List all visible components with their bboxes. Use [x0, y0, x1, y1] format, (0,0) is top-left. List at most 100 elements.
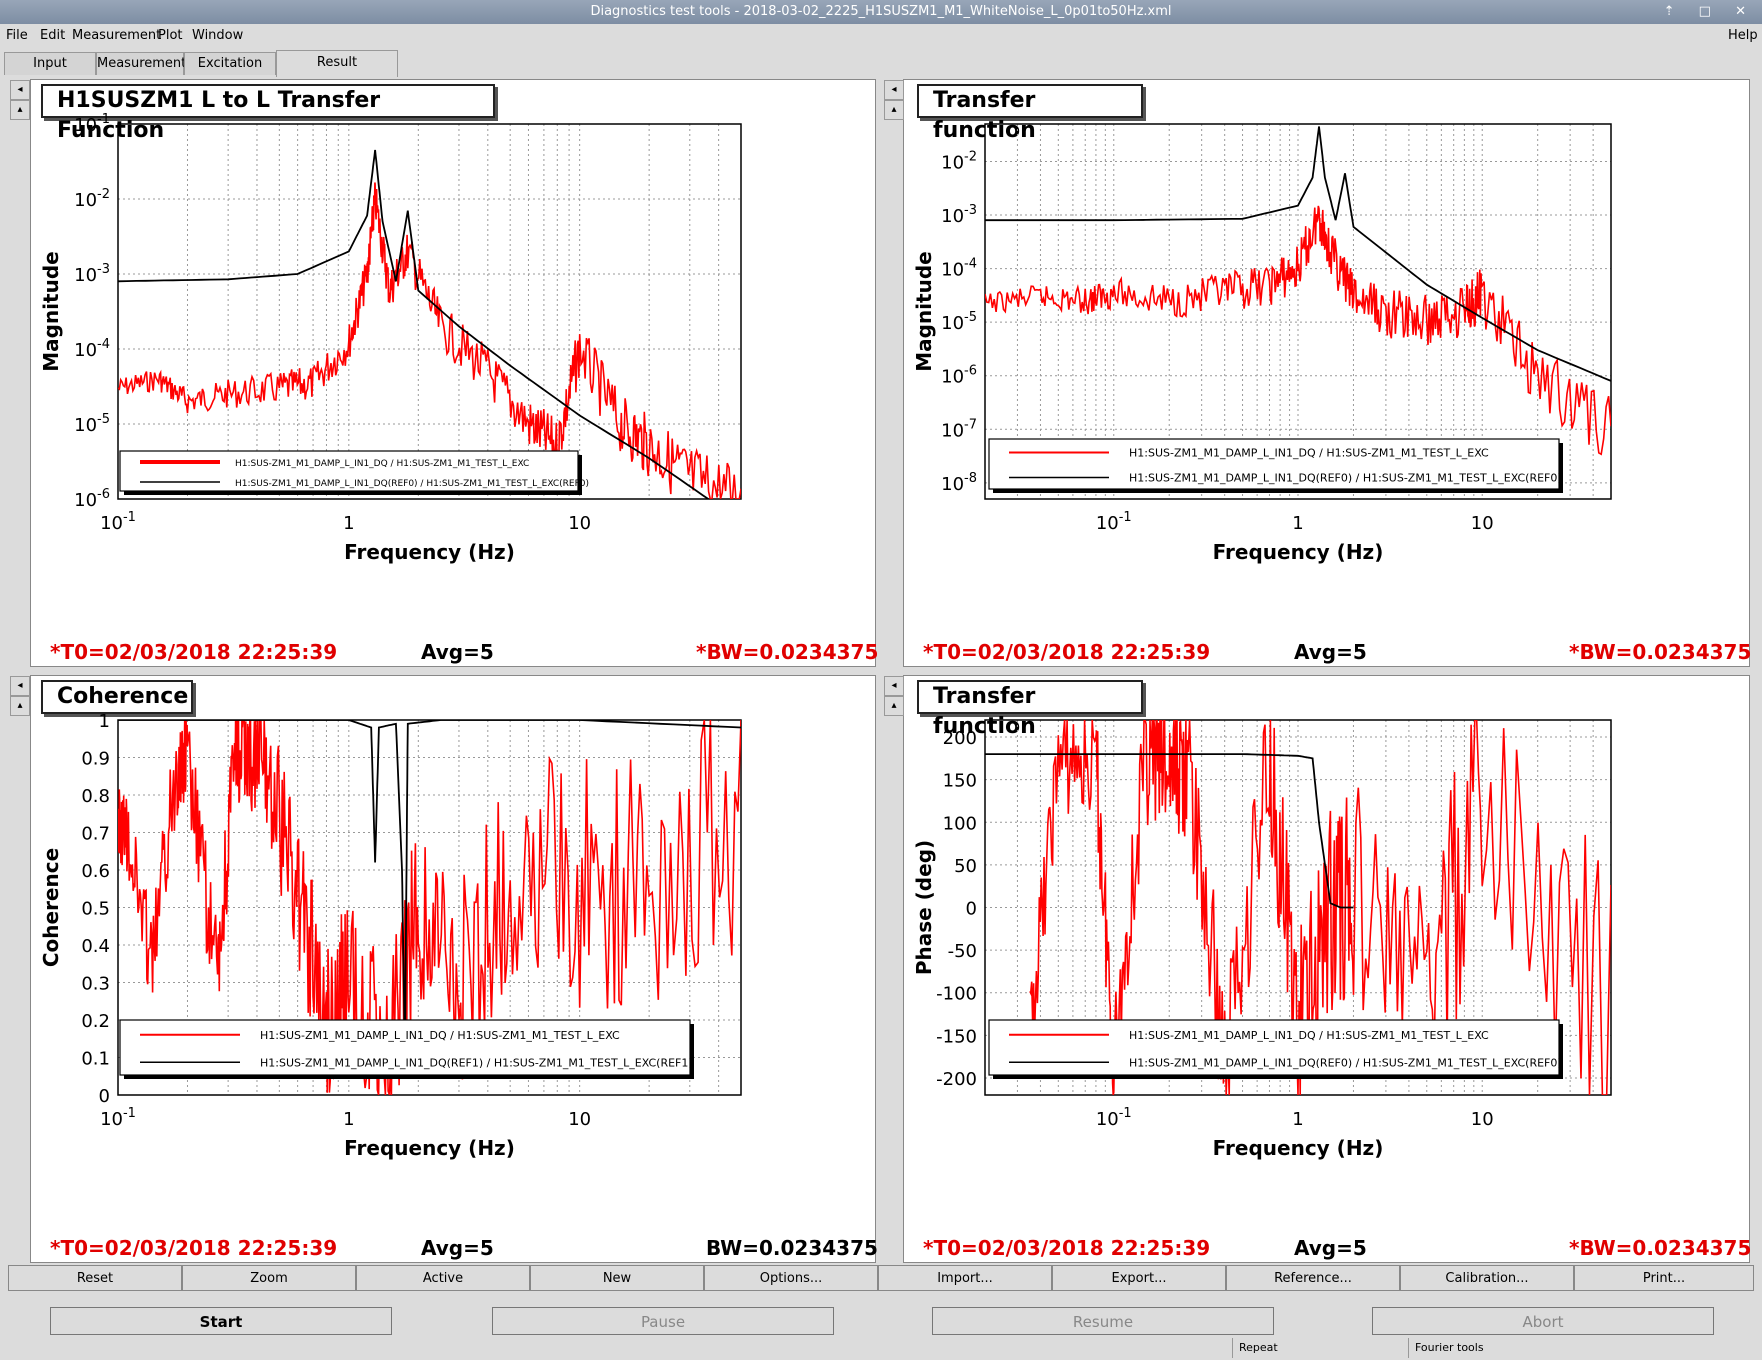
x-tick-label: 10 [568, 1109, 591, 1130]
tab-result[interactable]: Result [276, 50, 398, 77]
y-tick-label: 10-2 [74, 187, 110, 211]
tab-measurement[interactable]: Measurement [96, 52, 186, 75]
menu-help[interactable]: Help [1728, 24, 1758, 48]
pane-3-bw: BW=0.0234375 [706, 1236, 878, 1260]
menu-measurement[interactable]: Measurement [72, 24, 161, 48]
plot-frame [117, 123, 742, 500]
legend-entry: H1:SUS-ZM1_M1_DAMP_L_IN1_DQ(REF1) / H1:S… [260, 1056, 693, 1069]
pane-4-avg: Avg=5 [1294, 1236, 1367, 1260]
abort-button[interactable]: Abort [1372, 1307, 1714, 1335]
legend-entry: H1:SUS-ZM1_M1_DAMP_L_IN1_DQ / H1:SUS-ZM1… [235, 459, 529, 469]
y-tick-label: 10-5 [941, 310, 977, 334]
menu-edit[interactable]: Edit [40, 24, 65, 48]
y-tick-label: 10-8 [941, 471, 977, 495]
plot-button-row: Reset Zoom Active New Options... Import.… [8, 1265, 1754, 1293]
legend-entry: H1:SUS-ZM1_M1_DAMP_L_IN1_DQ(REF0) / H1:S… [235, 479, 589, 489]
y-tick-label: 10-4 [941, 257, 977, 281]
x-tick-label: 1 [1292, 1109, 1303, 1130]
calibration-button[interactable]: Calibration... [1400, 1265, 1574, 1291]
y-tick-label: 0.3 [81, 974, 110, 995]
x-tick-label: 1 [343, 513, 354, 534]
y-tick-label: 0.5 [81, 899, 110, 920]
y-tick-label: 150 [943, 771, 977, 792]
x-tick-label: 10-1 [100, 510, 136, 534]
x-tick-label: 1 [1292, 513, 1303, 534]
y-tick-label: 100 [943, 813, 977, 834]
y-tick-label: -200 [936, 1069, 977, 1090]
pane-2-t0: *T0=02/03/2018 22:25:39 [923, 640, 1211, 664]
pane-1-down-arrow-icon[interactable]: ▴ [10, 100, 30, 120]
x-tick-label: 1 [343, 1109, 354, 1130]
y-axis-label: Coherence [39, 848, 63, 967]
reference-button[interactable]: Reference... [1226, 1265, 1400, 1291]
y-tick-label: 0.1 [81, 1049, 110, 1070]
zoom-button[interactable]: Zoom [182, 1265, 356, 1291]
menu-window[interactable]: Window [192, 24, 243, 48]
y-axis-label: Magnitude [912, 251, 936, 372]
x-tick-label: 10 [568, 513, 591, 534]
pane-4-up-arrow-icon[interactable]: ◂ [884, 676, 904, 696]
y-tick-label: 10-3 [74, 262, 110, 286]
import-button[interactable]: Import... [878, 1265, 1052, 1291]
menubar: File Edit Measurement Plot Window Help [0, 24, 1762, 48]
options-button[interactable]: Options... [704, 1265, 878, 1291]
pane-4-t0: *T0=02/03/2018 22:25:39 [923, 1236, 1211, 1260]
x-axis-label: Frequency (Hz) [344, 540, 515, 564]
menu-file[interactable]: File [6, 24, 28, 48]
y-tick-label: 10-7 [941, 417, 977, 441]
pane-1-avg: Avg=5 [421, 640, 494, 664]
pane-2-down-arrow-icon[interactable]: ▴ [884, 100, 904, 120]
x-tick-label: 10 [1471, 1109, 1494, 1130]
pause-button[interactable]: Pause [492, 1307, 834, 1335]
menu-plot[interactable]: Plot [158, 24, 183, 48]
legend-entry: H1:SUS-ZM1_M1_DAMP_L_IN1_DQ / H1:SUS-ZM1… [260, 1029, 620, 1042]
legend-entry: H1:SUS-ZM1_M1_DAMP_L_IN1_DQ / H1:SUS-ZM1… [1129, 1029, 1489, 1042]
phase-chart: 200 150 100 50 0 -50 -100 -150 -200 10-1 1 10 Freque… [912, 719, 1612, 1160]
pane-2-avg: Avg=5 [1294, 640, 1367, 664]
pane-3-avg: Avg=5 [421, 1236, 494, 1260]
print-button[interactable]: Print... [1574, 1265, 1754, 1291]
y-tick-label: 10-6 [941, 364, 977, 388]
pane-1-bw: *BW=0.0234375 [696, 640, 879, 664]
legend-entry: H1:SUS-ZM1_M1_DAMP_L_IN1_DQ / H1:SUS-ZM1… [1129, 447, 1489, 460]
resume-button[interactable]: Resume [932, 1307, 1274, 1335]
export-button[interactable]: Export... [1052, 1265, 1226, 1291]
y-tick-label: 0.2 [81, 1011, 110, 1032]
pane-1-up-arrow-icon[interactable]: ◂ [10, 80, 30, 100]
y-tick-label: 1 [99, 711, 110, 732]
window-controls[interactable]: ⇡ □ ✕ [1664, 0, 1756, 24]
pane-3-t0: *T0=02/03/2018 22:25:39 [50, 1236, 338, 1260]
y-tick-label: 10-5 [74, 412, 110, 436]
y-tick-label: 0.9 [81, 749, 110, 770]
y-tick-label: 0.6 [81, 861, 110, 882]
legend-entry: H1:SUS-ZM1_M1_DAMP_L_IN1_DQ(REF0) / H1:S… [1129, 472, 1562, 485]
tab-input[interactable]: Input [4, 52, 96, 75]
y-tick-label: 0.8 [81, 786, 110, 807]
y-tick-label: 50 [954, 856, 977, 877]
y-axis-label: Phase (deg) [912, 840, 936, 975]
y-axis-label: Magnitude [39, 251, 63, 372]
y-tick-label: 10-6 [74, 487, 110, 511]
y-tick-label: -100 [936, 984, 977, 1005]
pane-3-down-arrow-icon[interactable]: ▴ [10, 696, 30, 716]
pane-4-down-arrow-icon[interactable]: ▴ [884, 696, 904, 716]
pane-2-up-arrow-icon[interactable]: ◂ [884, 80, 904, 100]
y-tick-label: 10-2 [941, 149, 977, 173]
status-fourier-tools: Fourier tools [1408, 1338, 1588, 1358]
pane-1-t0: *T0=02/03/2018 22:25:39 [50, 640, 338, 664]
x-axis-label: Frequency (Hz) [1213, 540, 1384, 564]
start-button[interactable]: Start [50, 1307, 392, 1335]
status-repeat: Repeat [1232, 1338, 1408, 1358]
y-tick-label: 0 [966, 899, 977, 920]
active-button[interactable]: Active [356, 1265, 530, 1291]
y-tick-label: 10-4 [74, 337, 110, 361]
x-axis-label: Frequency (Hz) [344, 1136, 515, 1160]
pane-3-up-arrow-icon[interactable]: ◂ [10, 676, 30, 696]
new-button[interactable]: New [530, 1265, 704, 1291]
reset-button[interactable]: Reset [8, 1265, 182, 1291]
x-axis-label: Frequency (Hz) [1213, 1136, 1384, 1160]
tab-excitation[interactable]: Excitation [184, 52, 276, 75]
legend-entry: H1:SUS-ZM1_M1_DAMP_L_IN1_DQ(REF0) / H1:S… [1129, 1056, 1562, 1069]
x-tick-label: 10-1 [1096, 510, 1132, 534]
y-tick-label: 0 [99, 1086, 110, 1107]
